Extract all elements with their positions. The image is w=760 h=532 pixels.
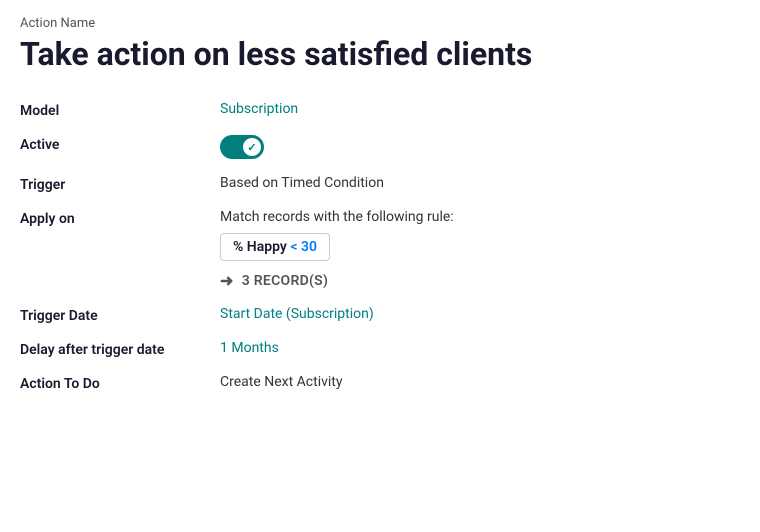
trigger-row: Trigger Based on Timed Condition: [20, 175, 740, 193]
apply-on-label: Apply on: [20, 209, 220, 227]
active-toggle[interactable]: [220, 135, 264, 159]
active-label: Active: [20, 135, 220, 153]
model-row: Model Subscription: [20, 101, 740, 119]
page-title: Take action on less satisfied clients: [20, 35, 740, 73]
trigger-date-row: Trigger Date Start Date (Subscription): [20, 306, 740, 324]
delay-number: 1: [220, 340, 228, 356]
toggle-knob: [243, 138, 261, 156]
rule-field: % Happy: [233, 239, 287, 255]
delay-label: Delay after trigger date: [20, 340, 220, 358]
rule-operator: <: [290, 239, 297, 255]
rule-badge[interactable]: % Happy < 30: [220, 233, 330, 261]
apply-on-row: Apply on Match records with the followin…: [20, 209, 740, 290]
delay-value: 1 Months: [220, 340, 740, 356]
arrow-icon: ➜: [220, 271, 234, 290]
action-to-do-row: Action To Do Create Next Activity: [20, 374, 740, 392]
action-to-do-value: Create Next Activity: [220, 374, 740, 390]
trigger-date-label: Trigger Date: [20, 306, 220, 324]
trigger-date-value[interactable]: Start Date (Subscription): [220, 306, 740, 322]
model-value[interactable]: Subscription: [220, 101, 740, 117]
action-to-do-label: Action To Do: [20, 374, 220, 392]
delay-unit: Months: [231, 340, 278, 356]
active-toggle-container: [220, 135, 740, 159]
trigger-label: Trigger: [20, 175, 220, 193]
records-row: ➜ 3 RECORD(S): [220, 271, 328, 290]
apply-on-value: Match records with the following rule: %…: [220, 209, 740, 290]
delay-row: Delay after trigger date 1 Months: [20, 340, 740, 358]
apply-on-description: Match records with the following rule:: [220, 209, 454, 225]
active-row: Active: [20, 135, 740, 159]
rule-value: 30: [301, 239, 317, 255]
action-name-label: Action Name: [20, 16, 740, 31]
records-text: 3 RECORD(S): [242, 273, 329, 289]
model-label: Model: [20, 101, 220, 119]
trigger-value: Based on Timed Condition: [220, 175, 740, 191]
